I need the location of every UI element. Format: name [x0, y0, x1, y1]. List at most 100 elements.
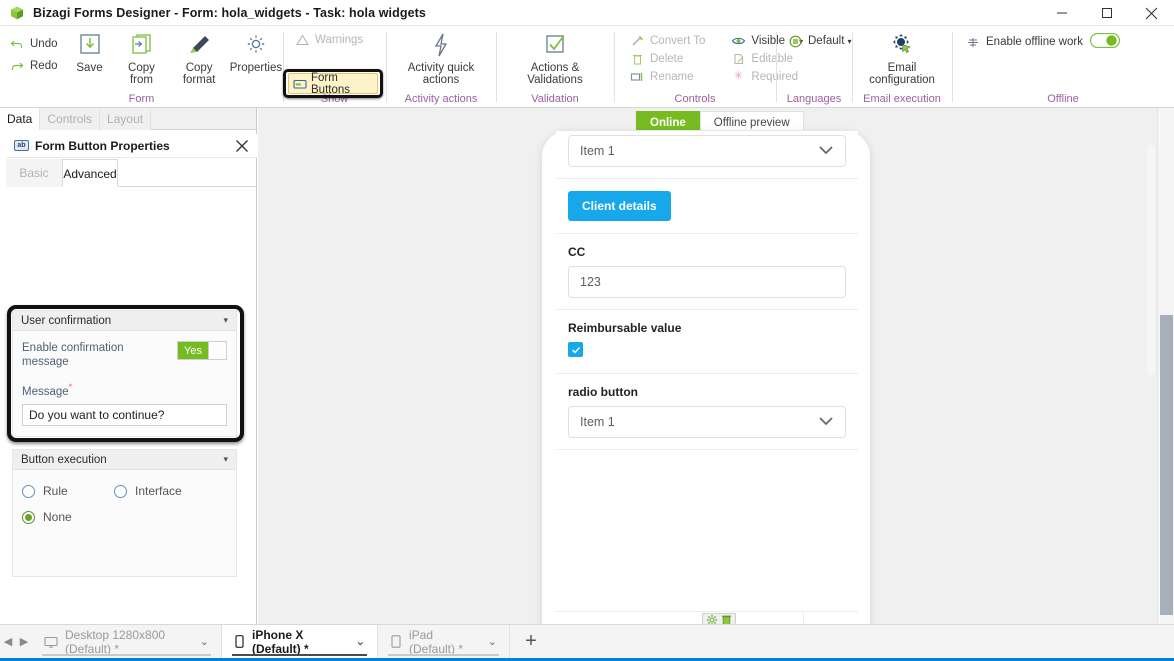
delete-label: Delete: [650, 53, 684, 65]
chevron-down-icon[interactable]: ⌄: [200, 635, 209, 648]
chevron-down-icon[interactable]: ▾: [223, 315, 228, 326]
left-arrow-icon[interactable]: ◀: [0, 635, 16, 648]
ribbon-group-controls: Convert To Delete Rename Visible ▾ Edita…: [614, 26, 803, 108]
radio-icon: [22, 484, 35, 498]
form-row-client-details: Client details: [556, 179, 858, 234]
form-row-select-top: Item 1: [556, 131, 858, 179]
canvas-scrollbar-thumb[interactable]: [1160, 315, 1173, 615]
copy-from-button[interactable]: Copy from: [114, 30, 170, 86]
radio-label: Interface: [135, 484, 182, 498]
form-buttons-icon: [293, 78, 307, 90]
chevron-down-icon[interactable]: ⌄: [488, 635, 497, 648]
tab-layout[interactable]: Layout: [100, 108, 152, 130]
ribbon-group-activity-actions: Activity quick actions Activity actions: [386, 26, 496, 108]
select-value: Item 1: [580, 144, 615, 158]
actions-validations-label: Actions & Validations: [527, 62, 583, 86]
redo-icon: [8, 60, 26, 72]
tablet-icon: [390, 635, 402, 648]
section-title: User confirmation: [21, 314, 112, 327]
required-asterisk-icon: *: [68, 382, 73, 392]
default-language-button[interactable]: Default ▾: [782, 32, 855, 50]
properties-title: Form Button Properties: [35, 138, 170, 153]
offline-toggle[interactable]: [1089, 32, 1121, 51]
left-panel: Data Controls Layout ab Form Button Prop…: [0, 108, 257, 624]
copy-format-button[interactable]: Copy format: [169, 30, 228, 86]
redo-label: Redo: [30, 60, 58, 72]
tab-advanced[interactable]: Advanced: [62, 159, 118, 187]
enable-confirmation-label: Enable confirmation message: [22, 342, 124, 368]
undo-redo-stack: Undo Redo: [0, 30, 66, 78]
enable-offline-work-row[interactable]: Enable offline work: [960, 32, 1124, 51]
lightning-bolt-icon: [428, 30, 454, 60]
tab-controls[interactable]: Controls: [40, 108, 101, 130]
section-user-confirmation: User confirmation ▾ Enable confirmation …: [12, 310, 237, 437]
properties-button[interactable]: Properties: [229, 30, 283, 74]
save-button[interactable]: Save: [66, 30, 114, 74]
section-header-button-execution[interactable]: Button execution ▾: [13, 450, 236, 470]
rename-button[interactable]: Rename: [624, 68, 709, 86]
email-configuration-button[interactable]: Email configuration: [854, 30, 950, 86]
message-label: Message: [22, 386, 69, 398]
minimize-icon[interactable]: [1039, 0, 1084, 26]
canvas-vertical-scrollbar[interactable]: [1157, 108, 1174, 624]
ribbon-group-caption-form: Form: [128, 93, 155, 105]
section-header-user-confirmation[interactable]: User confirmation ▾: [13, 311, 236, 331]
ribbon-group-caption-offline: Offline: [1047, 93, 1079, 105]
warning-triangle-icon: [293, 34, 311, 46]
form-scrollbar-thumb[interactable]: [1147, 145, 1155, 375]
select-item-top[interactable]: Item 1: [568, 135, 846, 167]
device-tab-desktop[interactable]: Desktop 1280x800 (Default) * ⌄: [32, 625, 222, 658]
chevron-down-icon[interactable]: ⌄: [356, 635, 365, 648]
message-input[interactable]: Do you want to continue?: [22, 404, 227, 426]
convert-to-button[interactable]: Convert To: [624, 32, 709, 50]
maximize-icon[interactable]: [1084, 0, 1129, 26]
redo-button[interactable]: Redo: [4, 55, 62, 77]
device-tab-label: Desktop 1280x800 (Default) *: [65, 627, 166, 656]
section-body-button-execution: Rule Interface None: [13, 470, 236, 524]
copy-format-icon: [185, 30, 213, 60]
copy-from-label: Copy from: [128, 62, 155, 86]
device-tab-iphone-x[interactable]: iPhone X (Default) * ⌄: [222, 625, 378, 658]
chevron-down-icon[interactable]: ▾: [847, 37, 851, 46]
activity-quick-actions-button[interactable]: Activity quick actions: [389, 30, 493, 86]
ab-field-icon: ab: [14, 140, 29, 151]
window-controls: [1039, 0, 1174, 26]
device-tab-ipad[interactable]: iPad (Default) * ⌄: [378, 625, 510, 658]
desktop-icon: [44, 636, 58, 648]
rename-icon: [628, 71, 646, 83]
cc-label: CC: [568, 245, 586, 259]
client-details-button[interactable]: Client details: [568, 191, 671, 221]
undo-button[interactable]: Undo: [4, 33, 62, 55]
reimbursable-checkbox[interactable]: [568, 342, 583, 357]
radio-option-rule[interactable]: Rule: [22, 484, 114, 498]
right-arrow-icon[interactable]: ▶: [16, 635, 32, 648]
close-icon[interactable]: [233, 137, 251, 155]
cc-input[interactable]: 123: [568, 266, 846, 298]
app-window: Bizagi Forms Designer - Form: hola_widge…: [0, 0, 1174, 661]
ribbon-group-form: Undo Redo Save Copy from Copy format Pro…: [0, 26, 283, 108]
tab-basic[interactable]: Basic: [6, 159, 62, 187]
bizagi-cube-icon: [9, 5, 25, 21]
radio-option-none[interactable]: None: [22, 510, 227, 524]
toggle-value: Yes: [178, 342, 208, 359]
actions-validations-button[interactable]: Actions & Validations: [499, 30, 611, 86]
svg-text:✳: ✳: [734, 71, 743, 82]
form-buttons-toggle[interactable]: Form Buttons: [288, 72, 378, 96]
device-tab-label: iPhone X (Default) *: [252, 627, 309, 656]
tab-data[interactable]: Data: [0, 108, 41, 130]
delete-button[interactable]: Delete: [624, 50, 709, 68]
enable-confirmation-toggle[interactable]: Yes: [177, 341, 227, 360]
form-scrollbar[interactable]: [1147, 145, 1155, 645]
save-label: Save: [76, 62, 103, 74]
language-globe-icon: [786, 35, 804, 48]
warnings-button[interactable]: Warnings: [289, 31, 367, 49]
chevron-down-icon[interactable]: ▾: [223, 454, 228, 465]
device-preview-bar: ◀ ▶ Desktop 1280x800 (Default) * ⌄ iPhon…: [0, 624, 1174, 658]
close-icon[interactable]: [1129, 0, 1174, 26]
reimbursable-label: Reimbursable value: [568, 321, 682, 335]
radio-option-interface[interactable]: Interface: [114, 484, 182, 498]
radio-icon-selected: [22, 510, 35, 524]
offline-icon: [964, 36, 982, 49]
radio-button-select[interactable]: Item 1: [568, 406, 846, 438]
add-device-button[interactable]: +: [510, 630, 552, 653]
